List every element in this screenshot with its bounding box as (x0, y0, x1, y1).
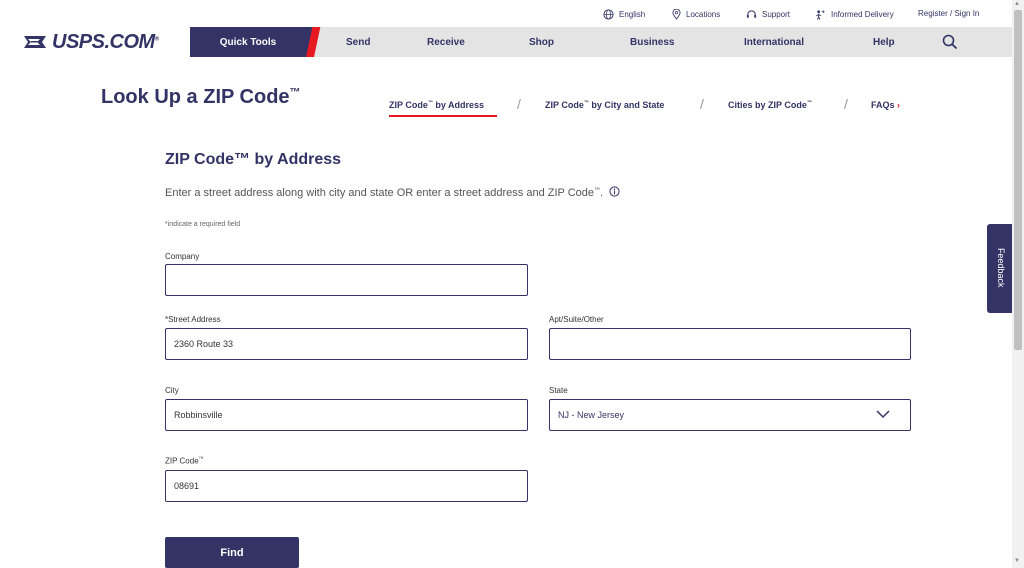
nav-business[interactable]: Business (630, 37, 674, 48)
tab-zip-by-address[interactable]: ZIP Code™ by Address (389, 100, 484, 110)
feedback-tab[interactable]: Feedback (987, 224, 1012, 313)
subnav-separator: / (517, 96, 521, 112)
nav-shop[interactable]: Shop (529, 37, 554, 48)
location-pin-icon (672, 9, 681, 20)
nav-receive[interactable]: Receive (427, 37, 465, 48)
find-button[interactable]: Find (165, 537, 299, 568)
city-input[interactable]: Robbinsville (165, 399, 528, 431)
info-icon[interactable] (609, 186, 620, 197)
subnav-separator: / (844, 96, 848, 112)
tab-faqs[interactable]: FAQs › (871, 100, 900, 110)
nav-international[interactable]: International (744, 37, 804, 48)
chevron-right-icon: › (897, 100, 901, 110)
required-field-note: *indicate a required field (165, 221, 241, 228)
quick-tools-label: Quick Tools (219, 36, 277, 48)
utility-bar: English Locations Support Informed Deliv… (0, 0, 1012, 27)
page-title: Look Up a ZIP Code™ (101, 86, 301, 108)
chevron-down-icon (876, 410, 890, 419)
apt-suite-input[interactable] (549, 328, 911, 360)
subnav-separator: / (700, 96, 704, 112)
informed-delivery-icon (816, 9, 826, 20)
scrollbar-thumb[interactable] (1014, 10, 1022, 350)
state-selected-value: NJ - New Jersey (558, 410, 625, 420)
nav-help[interactable]: Help (873, 37, 895, 48)
zip-code-input[interactable]: 08691 (165, 470, 528, 502)
informed-delivery-link[interactable]: Informed Delivery (815, 9, 894, 20)
globe-icon (603, 9, 614, 20)
city-label: City (165, 386, 179, 395)
headset-icon (746, 10, 757, 18)
tab-zip-by-city-state[interactable]: ZIP Code™ by City and State (545, 100, 664, 110)
scroll-down-icon[interactable]: ▼ (1014, 558, 1020, 564)
company-label: Company (165, 252, 200, 261)
state-select[interactable]: NJ - New Jersey (549, 399, 911, 431)
nav-send[interactable]: Send (346, 37, 370, 48)
support-label: Support (762, 10, 791, 19)
eagle-logo-icon (24, 36, 46, 48)
state-label: State (549, 386, 568, 395)
usps-logo[interactable]: USPS.COM® (0, 27, 190, 57)
form-instruction: Enter a street address along with city a… (165, 186, 620, 199)
locations-label: Locations (686, 10, 721, 19)
support-link[interactable]: Support (746, 9, 790, 20)
register-sign-in-link[interactable]: Register / Sign In (918, 9, 979, 18)
company-input[interactable] (165, 264, 528, 296)
locations-link[interactable]: Locations (672, 9, 720, 20)
language-label: English (619, 10, 646, 19)
zip-code-label: ZIP Code™ (165, 456, 204, 466)
language-link[interactable]: English (603, 9, 645, 20)
logo-text: USPS.COM® (52, 30, 159, 53)
tab-cities-by-zip[interactable]: Cities by ZIP Code™ (728, 100, 812, 110)
form-section-title: ZIP Code™ by Address (165, 151, 342, 168)
street-address-label: *Street Address (165, 315, 221, 324)
feedback-label: Feedback (996, 248, 1006, 288)
scroll-up-icon[interactable]: ▲ (1014, 1, 1020, 7)
active-tab-indicator (389, 115, 497, 117)
search-icon[interactable] (942, 34, 958, 50)
street-address-input[interactable]: 2360 Route 33 (165, 328, 528, 360)
apt-suite-label: Apt/Suite/Other (549, 315, 604, 324)
informed-delivery-label: Informed Delivery (831, 10, 894, 19)
nav-quick-tools[interactable]: Quick Tools (190, 27, 314, 57)
register-label: Register / Sign In (918, 9, 980, 18)
